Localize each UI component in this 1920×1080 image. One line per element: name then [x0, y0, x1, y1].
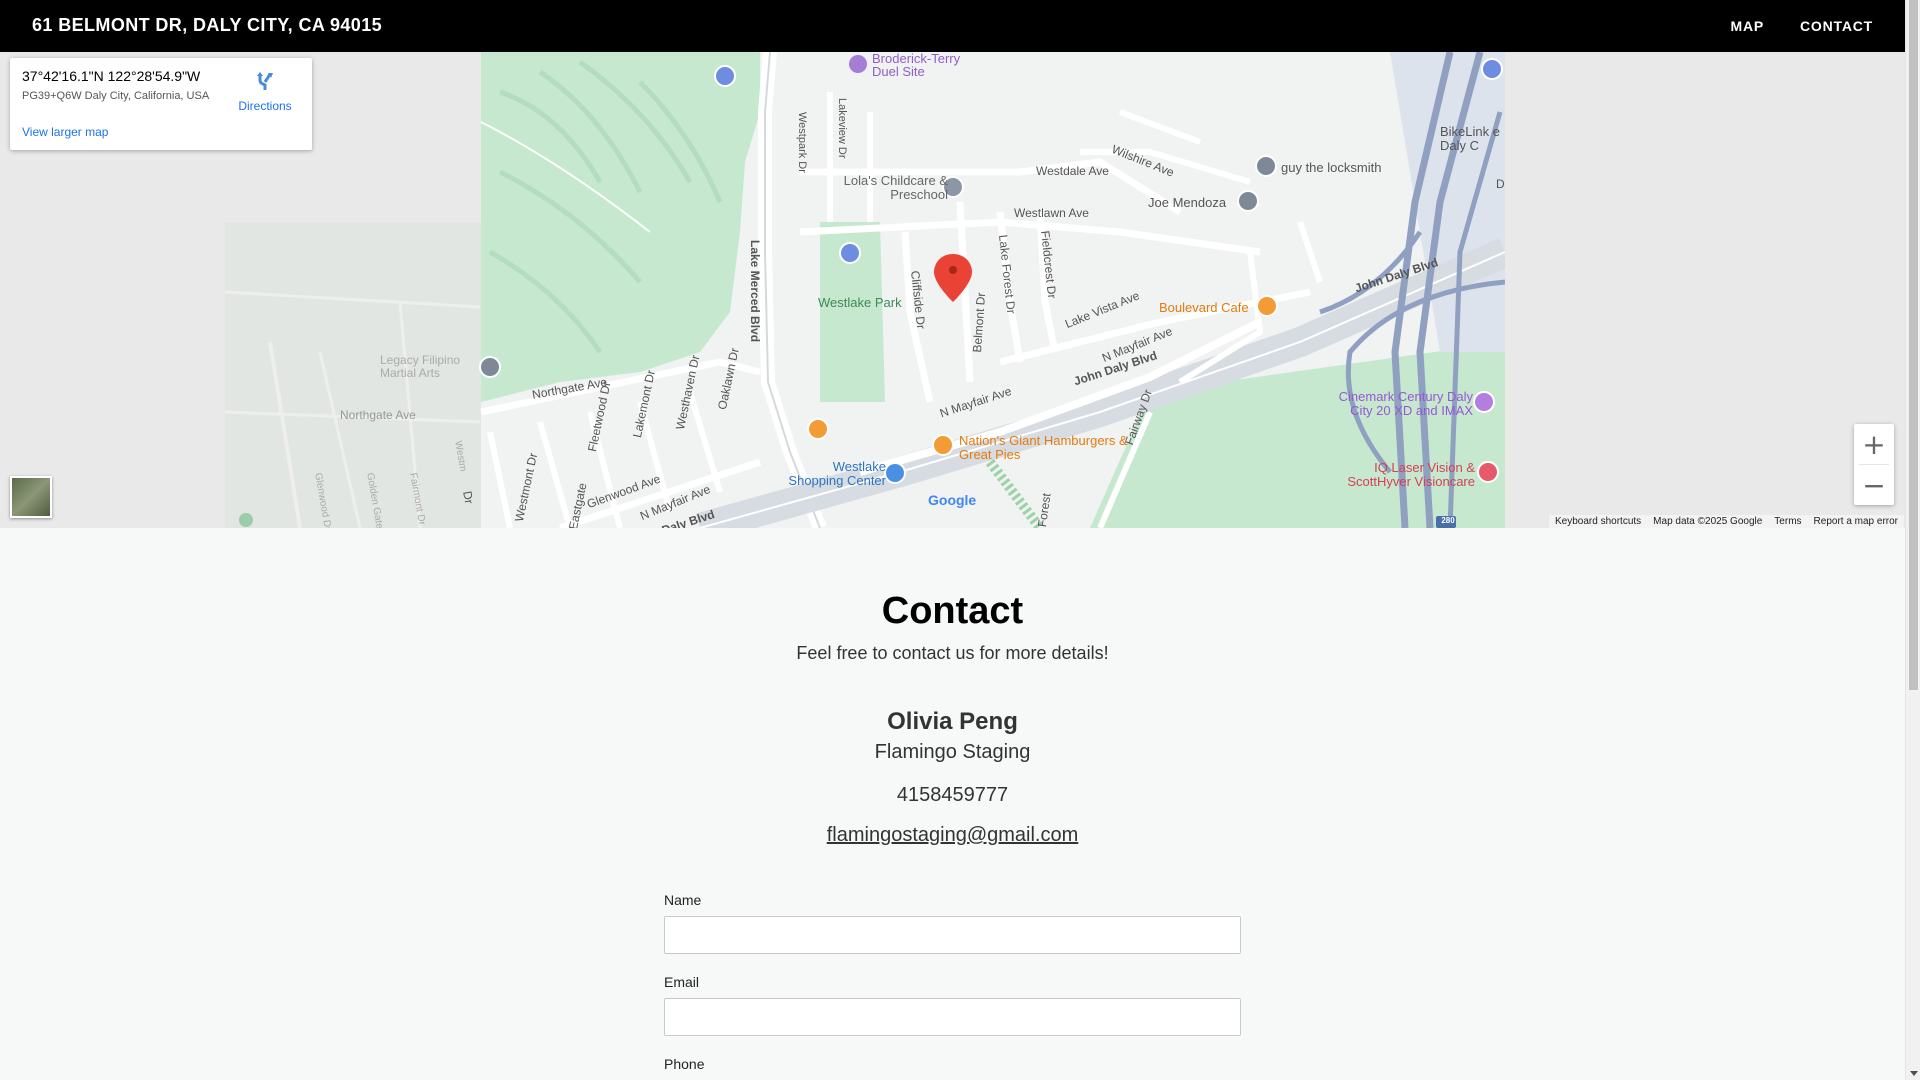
poi-label[interactable]: Nation's Giant Hamburgers & Great Pies [959, 434, 1129, 462]
map-attribution: Keyboard shortcuts Map data ©2025 Google… [1549, 515, 1905, 528]
highway-shield-280: 280 [1441, 516, 1455, 525]
email-field-label: Email [664, 974, 700, 990]
street-label: Westlawn Ave [1014, 206, 1089, 220]
email-input[interactable] [664, 998, 1241, 1036]
contact-section: Contact Feel free to contact us for more… [0, 528, 1905, 1080]
top-navbar: 61 BELMONT DR, DALY CITY, CA 94015 MAP C… [0, 0, 1905, 52]
name-input[interactable] [664, 916, 1241, 954]
directions-icon [257, 72, 273, 90]
street-label: Lake Merced Blvd [748, 240, 762, 343]
poi-label[interactable]: Broderick-Terry Duel Site [872, 52, 982, 78]
view-larger-map-link[interactable]: View larger map [22, 125, 108, 139]
name-field-label: Name [664, 892, 702, 908]
agent-phone: 4158459777 [896, 784, 1009, 806]
plus-code-address: PG39+Q6W Daly City, California, USA [22, 90, 210, 102]
main-nav: MAP CONTACT [1730, 18, 1873, 34]
zoom-in-button[interactable]: + [1854, 424, 1894, 464]
poi-label[interactable]: Westlake Park [818, 295, 902, 310]
poi-label[interactable]: IQ Laser Vision & ScottHyver Visioncare [1330, 461, 1475, 489]
agent-email-wrapper: flamingostaging@gmail.com [0, 824, 1905, 847]
report-map-error-link[interactable]: Report a map error [1808, 515, 1904, 528]
street-label: Westpark Dr [796, 112, 808, 173]
coordinates-text: 37°42'16.1"N 122°28'54.9"W [22, 68, 201, 84]
contact-heading: Contact [881, 590, 1024, 632]
street-label: Westdale Ave [1036, 164, 1109, 178]
poi-label[interactable]: Lola's Childcare & Preschool [838, 174, 948, 202]
street-label: D [1496, 177, 1505, 191]
poi-label[interactable]: BikeLink e Daly C [1440, 125, 1510, 153]
keyboard-shortcuts-link[interactable]: Keyboard shortcuts [1549, 515, 1647, 528]
google-logo: Google [928, 492, 977, 508]
map-data-credit: Map data ©2025 Google [1653, 516, 1763, 527]
zoom-out-button[interactable]: − [1854, 465, 1894, 505]
nav-contact-link[interactable]: CONTACT [1800, 18, 1873, 34]
agent-name: Olivia Peng [887, 708, 1018, 735]
poi-label[interactable]: Joe Mendoza [1148, 195, 1226, 210]
page-scrollbar[interactable] [1905, 0, 1920, 1080]
street-label: Lakeview Dr [836, 98, 848, 159]
embedded-map[interactable]: Lake Merced Blvd Westpark Dr Lakeview Dr… [0, 52, 1905, 528]
terms-link[interactable]: Terms [1768, 515, 1807, 528]
poi-label[interactable]: Cinemark Century Daly City 20 XD and IMA… [1328, 390, 1473, 418]
nav-map-link[interactable]: MAP [1730, 18, 1764, 34]
poi-label[interactable]: Boulevard Cafe [1159, 300, 1249, 315]
directions-button[interactable]: Directions [235, 70, 295, 113]
page-title: 61 BELMONT DR, DALY CITY, CA 94015 [32, 15, 383, 35]
contact-subtitle: Feel free to contact us for more details… [796, 643, 1109, 663]
satellite-view-toggle[interactable] [10, 476, 52, 518]
street-label: Dr [460, 490, 477, 505]
scrollbar-thumb[interactable] [1909, 0, 1918, 690]
agent-email-link[interactable]: flamingostaging@gmail.com [827, 824, 1079, 846]
place-info-card: 37°42'16.1"N 122°28'54.9"W PG39+Q6W Daly… [10, 58, 312, 150]
zoom-controls: + − [1854, 424, 1894, 505]
poi-label[interactable]: guy the locksmith [1281, 160, 1381, 175]
directions-label: Directions [238, 99, 292, 113]
agent-company: Flamingo Staging [874, 741, 1031, 763]
phone-field-label: Phone [664, 1056, 705, 1072]
street-label: Northgate Ave [340, 408, 416, 422]
scroll-down-arrow-icon[interactable] [1910, 1071, 1918, 1076]
poi-label[interactable]: Legacy Filipino Martial Arts [380, 354, 470, 380]
poi-label[interactable]: Westlake Shopping Center [776, 460, 886, 488]
